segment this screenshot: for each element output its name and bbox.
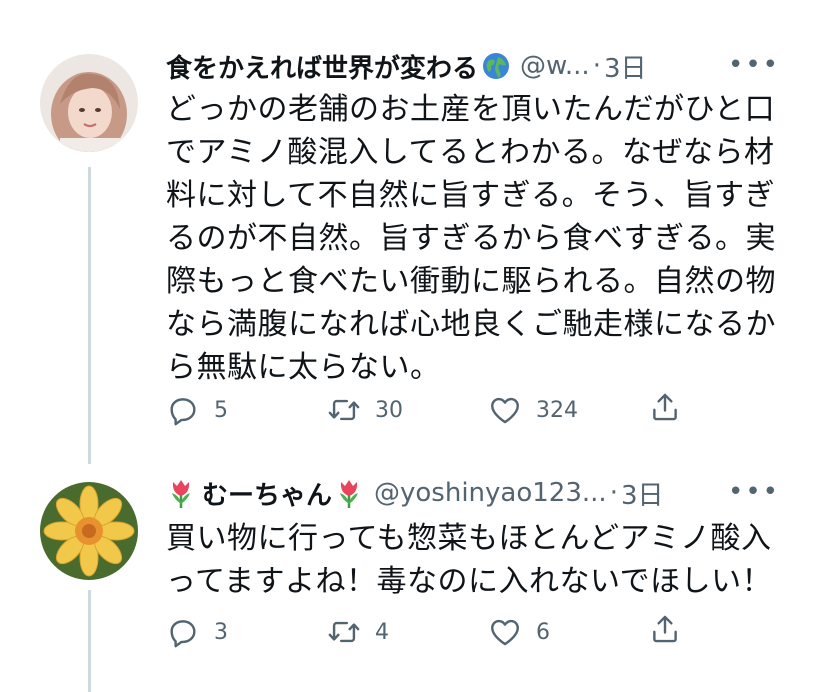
handle[interactable]: @w... [520,51,590,81]
handle[interactable]: @yoshinyao123... [374,478,607,508]
display-name[interactable]: むーちゃん [202,475,332,512]
heart-icon [491,397,519,424]
avatar[interactable] [40,482,138,580]
tweet-text: どっかの老舗のお土産を頂いたんだがひと口でアミノ酸混入してるとわかる。なぜなら材… [166,92,776,385]
tweet-2[interactable]: むーちゃん @yoshinyao123... · 3日 ••• 買い物に行っても… [0,462,828,692]
tulip-emoji-icon [340,480,359,508]
heart-icon [491,619,519,646]
separator-dot: · [609,478,618,508]
reply-button[interactable]: 5 [166,393,327,427]
globe-emoji-icon [483,53,510,79]
share-icon [653,615,677,643]
avatar-photo-woman [40,54,138,152]
reply-count: 3 [214,619,228,645]
timestamp[interactable]: 3日 [604,48,647,85]
separator-dot: · [592,51,601,81]
share-button[interactable] [648,390,809,424]
reply-icon [170,398,196,426]
retweet-icon [328,399,360,421]
tweet-text: 買い物に行っても惣菜もほとんどアミノ酸入ってますよね！毒なのに入れないでほしい！ [166,521,773,599]
share-icon [653,393,677,421]
action-bar: 3 4 6 [166,612,677,652]
tweet-header: 食をかえれば世界が変わる @w... · 3日 [166,48,647,84]
more-options-icon[interactable]: ••• [728,477,780,507]
more-options-icon[interactable]: ••• [728,50,780,80]
tweet-1[interactable]: 食をかえれば世界が変わる @w... · 3日 ••• どっかの老舗のお土産を頂… [0,0,828,464]
retweet-count: 4 [375,619,389,645]
action-bar: 5 30 324 [166,390,677,430]
like-button[interactable]: 324 [488,393,649,427]
avatar-photo-dahlia [40,482,138,580]
retweet-button[interactable]: 30 [327,393,488,427]
timestamp[interactable]: 3日 [621,475,664,512]
reply-button[interactable]: 3 [166,615,327,649]
tulip-emoji-icon [172,480,190,508]
tweet-header: むーちゃん @yoshinyao123... · 3日 [166,475,664,511]
share-button[interactable] [648,612,809,646]
retweet-icon [328,621,360,643]
like-count: 6 [536,619,550,645]
reply-count: 5 [214,397,228,423]
avatar[interactable] [40,54,138,152]
reply-icon [170,620,196,648]
retweet-button[interactable]: 4 [327,615,488,649]
like-button[interactable]: 6 [488,615,649,649]
retweet-count: 30 [375,397,403,423]
like-count: 324 [536,397,578,423]
thread-line [88,167,91,464]
thread-line [88,590,91,692]
display-name[interactable]: 食をかえれば世界が変わる [166,48,478,85]
